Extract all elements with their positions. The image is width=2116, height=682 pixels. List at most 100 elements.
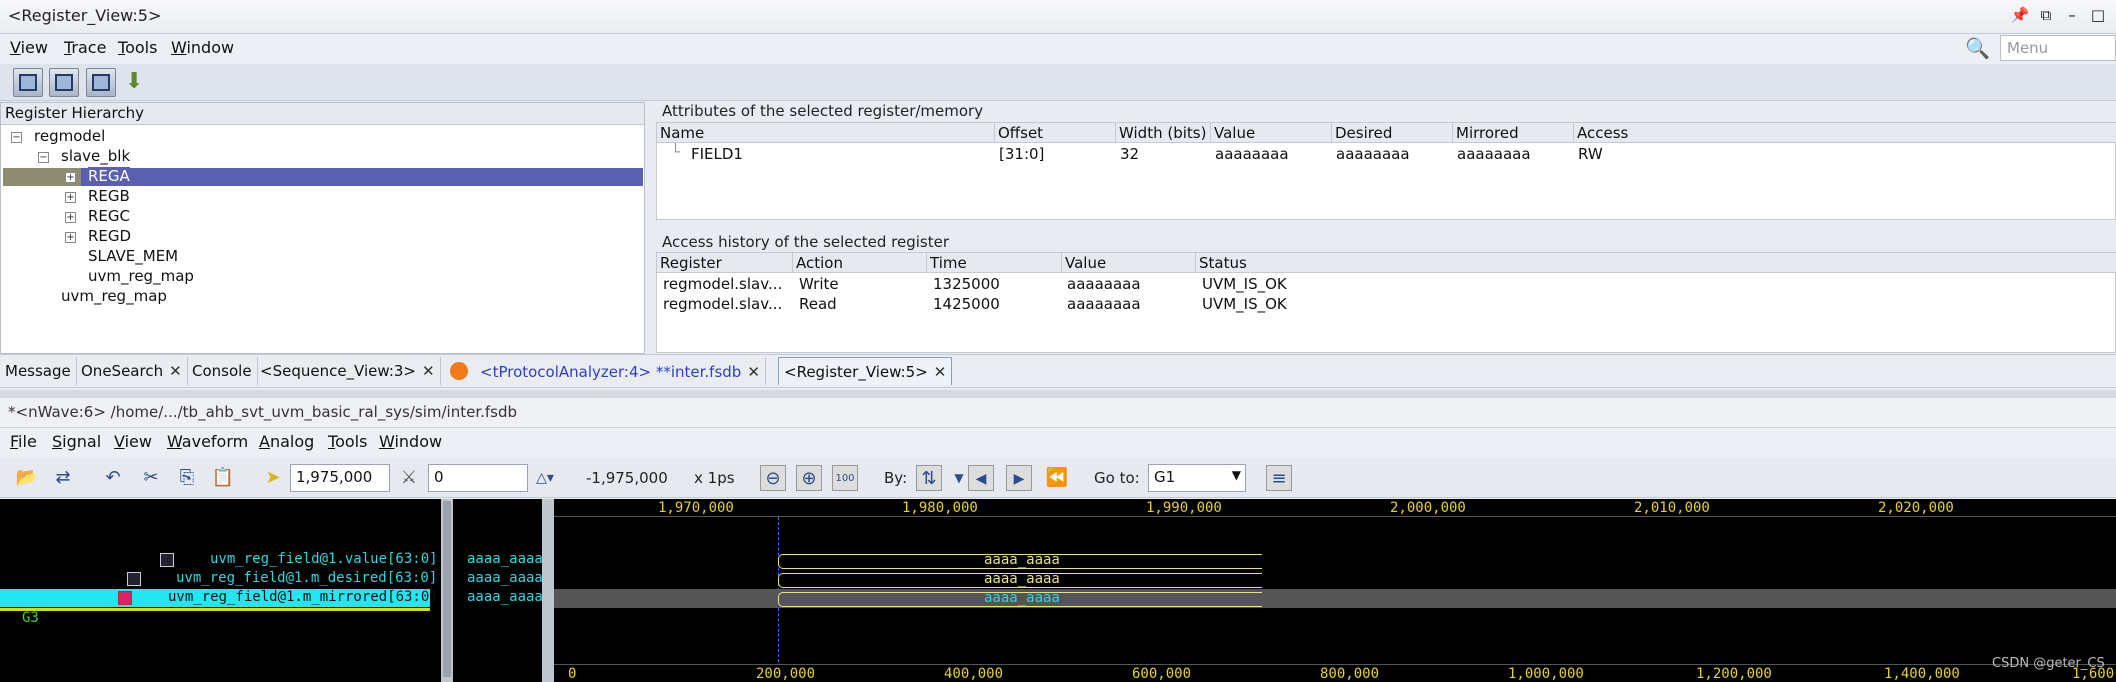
menu-trace[interactable]: Trace (64, 38, 106, 57)
col-width[interactable]: Width (bits) (1116, 123, 1211, 143)
expand-icon[interactable]: + (65, 212, 76, 223)
tree-node-reg-map-top[interactable]: uvm_reg_map (61, 287, 167, 305)
close-icon[interactable]: ✕ (747, 363, 760, 381)
edge-select-icon[interactable]: ⇅ (916, 465, 942, 491)
marker-time-input[interactable]: 0 (428, 464, 528, 492)
menu-window[interactable]: Window (171, 38, 234, 57)
delta-icon[interactable]: △▾ (532, 465, 558, 491)
search-input[interactable]: Menu (2000, 35, 2116, 61)
menu-waveform[interactable]: Waveform (167, 432, 248, 451)
hist-value: aaaaaaaa (1067, 295, 1141, 313)
tab-label: <tProtocolAnalyzer:4> **inter.fsdb (480, 363, 742, 381)
zoom-in-icon[interactable]: ⊕ (796, 465, 822, 491)
menu-tools[interactable]: Tools (118, 38, 157, 57)
collapse-icon[interactable]: − (38, 152, 49, 163)
col-hvalue[interactable]: Value (1062, 253, 1196, 273)
col-name[interactable]: Name (657, 123, 995, 143)
ruler-tick: 200,000 (756, 666, 816, 682)
menu-tools[interactable]: Tools (328, 432, 367, 451)
tab-protocol-analyzer[interactable]: <tProtocolAnalyzer:4> **inter.fsdb ✕ (445, 357, 766, 385)
signal-scrollbar[interactable] (441, 499, 453, 682)
col-mirrored[interactable]: Mirrored (1453, 123, 1574, 143)
tree-node-slave-blk[interactable]: slave_blk (61, 147, 130, 165)
hist-status: UVM_IS_OK (1202, 275, 1287, 293)
collapse-icon[interactable]: − (11, 132, 22, 143)
close-icon[interactable]: ✕ (169, 362, 182, 380)
tab-message[interactable]: Message (0, 357, 77, 385)
scroll-thumb[interactable] (443, 501, 451, 677)
menu-file[interactable]: File (10, 432, 37, 451)
search-icon[interactable]: 🔍 (1965, 36, 1990, 60)
pane-splitter[interactable] (542, 499, 554, 682)
next-edge-icon[interactable]: ▶ (1006, 465, 1032, 491)
arrow-down-icon[interactable]: ⬇ (125, 69, 143, 94)
cut-icon[interactable]: ✂ (138, 465, 164, 491)
copy-icon[interactable]: ⎘ (174, 465, 200, 491)
minimize-icon[interactable]: – (2062, 4, 2082, 26)
zoom-out-icon[interactable]: ⊖ (760, 465, 786, 491)
tree-node-regmodel[interactable]: regmodel (34, 127, 105, 145)
tree-node-reg-map[interactable]: uvm_reg_map (88, 267, 194, 285)
menu-analog[interactable]: Analog (259, 432, 314, 451)
layout-3-button[interactable] (86, 68, 116, 97)
prev-edge-icon[interactable]: ◀ (968, 465, 994, 491)
menu-window[interactable]: Window (379, 432, 442, 451)
hist-register[interactable]: regmodel.slav... (663, 275, 782, 293)
value-cell: aaaa_aaaa (467, 570, 543, 586)
reload-icon[interactable]: ⇄ (50, 465, 76, 491)
col-time[interactable]: Time (927, 253, 1062, 273)
marker-icon[interactable]: ⚔ (396, 465, 422, 491)
goto-select[interactable]: G1 ▼ (1148, 464, 1246, 492)
open-folder-icon[interactable]: 📂 (14, 465, 40, 491)
menu-signal[interactable]: Signal (52, 432, 101, 451)
signal-value[interactable]: uvm_reg_field@1.value[63:0] (210, 551, 438, 567)
tree-node-rega[interactable]: REGA (88, 167, 130, 185)
col-status[interactable]: Status (1196, 253, 2116, 273)
menu-view[interactable]: View (114, 432, 152, 451)
tree-node-slave-mem[interactable]: SLAVE_MEM (88, 247, 178, 265)
history-label: Access history of the selected register (662, 233, 950, 251)
undo-icon[interactable]: ↶ (100, 465, 126, 491)
field-name[interactable]: FIELD1 (691, 145, 743, 163)
col-value[interactable]: Value (1211, 123, 1332, 143)
reg-icon (127, 572, 141, 586)
zoom-fit-icon[interactable]: 100 (832, 465, 858, 491)
close-icon[interactable]: ✕ (422, 362, 435, 380)
cursor-icon[interactable]: ➤ (260, 465, 286, 491)
ruler-tick: 1,980,000 (902, 500, 978, 516)
col-action[interactable]: Action (793, 253, 927, 273)
col-register[interactable]: Register (657, 253, 793, 273)
hist-register[interactable]: regmodel.slav... (663, 295, 782, 313)
col-desired[interactable]: Desired (1332, 123, 1453, 143)
menu-view[interactable]: View (10, 38, 48, 57)
tab-sequence-view[interactable]: <Sequence_View:3> ✕ (255, 357, 441, 385)
tree-node-regc[interactable]: REGC (88, 207, 130, 225)
tree-node-regd[interactable]: REGD (88, 227, 131, 245)
close-icon[interactable]: ✕ (934, 363, 947, 381)
group-label[interactable]: G3 (22, 610, 39, 626)
nwave-titlebar: *<nWave:6> /home/.../tb_ahb_svt_uvm_basi… (0, 398, 2116, 428)
tab-onesearch[interactable]: OneSearch ✕ (76, 357, 188, 385)
paste-icon[interactable]: 📋 (210, 465, 236, 491)
expand-icon[interactable]: + (65, 192, 76, 203)
signal-mirrored[interactable]: uvm_reg_field@1.m_mirrored[63:0] (168, 589, 438, 605)
ruler-tick: 1,000,000 (1508, 666, 1584, 682)
maximize-icon[interactable]: □ (2088, 4, 2108, 26)
col-access[interactable]: Access (1574, 123, 2116, 143)
field-width: 32 (1120, 145, 1140, 163)
restore-icon[interactable]: ⧉ (2036, 4, 2056, 26)
layout-1-button[interactable] (13, 68, 43, 97)
layout-2-button[interactable] (49, 68, 79, 97)
pin-icon[interactable]: 📌 (2010, 4, 2030, 26)
col-offset[interactable]: Offset (995, 123, 1116, 143)
expand-icon[interactable]: + (65, 232, 76, 243)
tree-node-regb[interactable]: REGB (88, 187, 130, 205)
cursor-time-input[interactable]: 1,975,000 (290, 464, 390, 492)
waveform-icon[interactable]: ≡ (1266, 465, 1292, 491)
tab-console[interactable]: Console (187, 357, 258, 385)
tab-register-view[interactable]: <Register_View:5> ✕ (778, 357, 953, 385)
splitter[interactable] (0, 390, 2116, 398)
back-icon[interactable]: ⏪ (1044, 465, 1070, 491)
expand-icon[interactable]: + (65, 172, 76, 183)
signal-desired[interactable]: uvm_reg_field@1.m_desired[63:0] (176, 570, 437, 586)
